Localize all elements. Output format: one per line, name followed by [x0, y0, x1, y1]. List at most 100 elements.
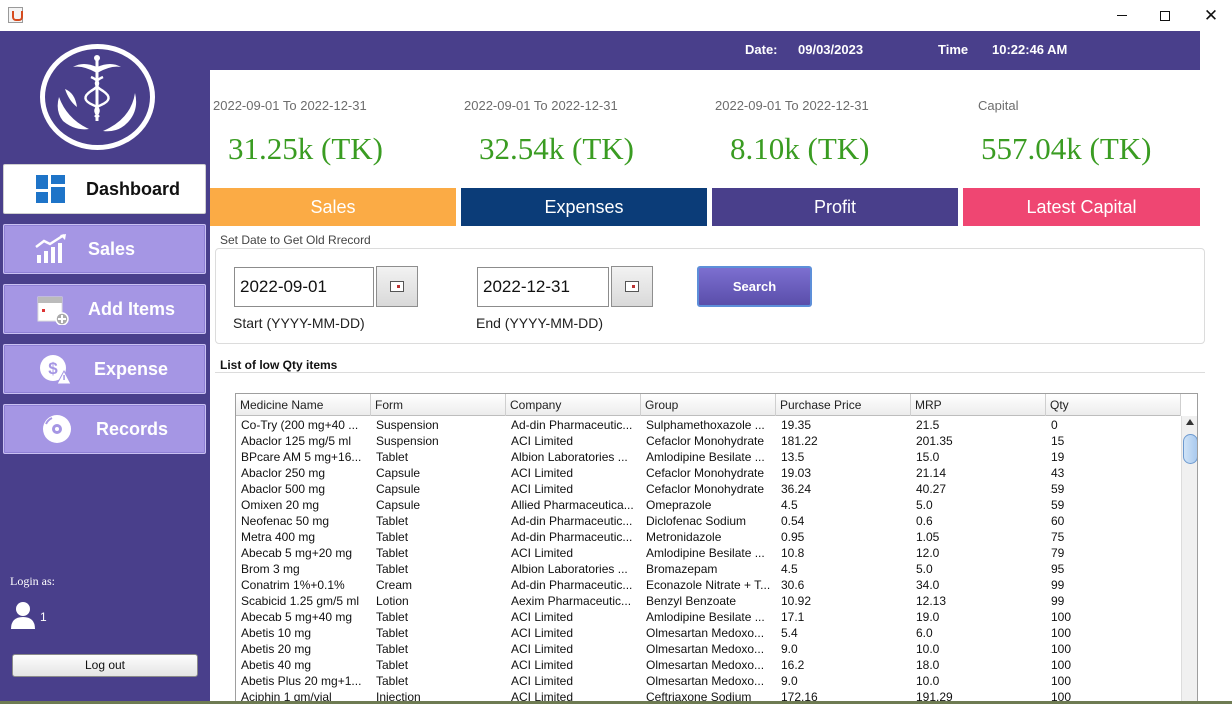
search-button[interactable]: Search [697, 266, 812, 307]
sales-amount: 31.25k (TK) [228, 131, 383, 166]
table-cell: 1.05 [916, 530, 940, 544]
table-cell: 19.35 [781, 418, 812, 432]
maximize-button[interactable] [1142, 0, 1188, 31]
expenses-band: Expenses [461, 188, 707, 226]
table-body: Co-Try (200 mg+40 ... Suspension Ad-din Ph… [236, 417, 1181, 704]
table-cell: 0.54 [781, 514, 805, 528]
column-header[interactable]: Group [641, 394, 776, 416]
table-cell: Amlodipine Besilate ... [646, 546, 765, 560]
table-row[interactable]: Abetis 40 mg Tablet ACI Limited Olmesartan … [236, 657, 1181, 673]
table-cell: Tablet [376, 658, 409, 672]
calendar-icon [390, 281, 404, 292]
sales-range: 2022-09-01 To 2022-12-31 [213, 98, 367, 113]
start-date-picker-button[interactable] [376, 266, 418, 307]
column-header[interactable]: Company [506, 394, 641, 416]
table-cell: 100 [1051, 658, 1072, 672]
low-qty-table: Medicine Name Form Company Group Purchas… [235, 393, 1198, 704]
column-header[interactable]: Qty [1046, 394, 1181, 416]
table-cell: Olmesartan Medoxo... [646, 642, 765, 656]
dashboard-icon [36, 175, 65, 203]
table-row[interactable]: Abetis 20 mg Tablet ACI Limited Olmesartan … [236, 641, 1181, 657]
table-cell: Tablet [376, 674, 409, 688]
table-row[interactable]: BPcare AM 5 mg+16... Tablet Albion Laborat… [236, 449, 1181, 465]
login-as-label: Login as: [10, 574, 55, 588]
table-cell: Abaclor 125 mg/5 ml [241, 434, 352, 448]
table-cell: Metronidazole [646, 530, 722, 544]
table-row[interactable]: Metra 400 mg Tablet Ad-din Pharmaceutic...… [236, 529, 1181, 545]
table-cell: Cefaclor Monohydrate [646, 466, 765, 480]
pharmacy-logo [40, 44, 155, 150]
table-cell: Tablet [376, 562, 409, 576]
table-cell: Omixen 20 mg [241, 498, 320, 512]
table-scrollbar[interactable] [1181, 416, 1197, 704]
column-header[interactable]: Form [371, 394, 506, 416]
java-app-icon [8, 7, 23, 23]
table-cell: Tablet [376, 546, 409, 560]
column-header[interactable]: Medicine Name [236, 394, 371, 416]
table-cell: 21.5 [916, 418, 940, 432]
close-button[interactable]: ✕ [1188, 0, 1232, 31]
table-row[interactable]: Conatrim 1%+0.1% Cream Ad-din Pharmaceutic… [236, 577, 1181, 593]
table-cell: Tablet [376, 514, 409, 528]
table-row[interactable]: Neofenac 50 mg Tablet Ad-din Pharmaceutic.… [236, 513, 1181, 529]
nav-records[interactable]: Records [3, 404, 206, 454]
table-cell: 19.0 [916, 610, 940, 624]
nav-sales[interactable]: Sales [3, 224, 206, 274]
date-value: 09/03/2023 [798, 42, 864, 57]
expenses-amount: 32.54k (TK) [479, 131, 634, 166]
table-cell: ACI Limited [511, 658, 574, 672]
table-cell: 5.4 [781, 626, 798, 640]
table-cell: Amlodipine Besilate ... [646, 610, 765, 624]
table-cell: Bromazepam [646, 562, 718, 576]
table-cell: Metra 400 mg [241, 530, 316, 544]
table-cell: Cefaclor Monohydrate [646, 434, 765, 448]
logout-button[interactable]: Log out [12, 654, 198, 677]
table-row[interactable]: Abaclor 250 mg Capsule ACI Limited Cefaclor… [236, 465, 1181, 481]
table-cell: Omeprazole [646, 498, 712, 512]
table-cell: Olmesartan Medoxo... [646, 658, 765, 672]
table-cell: Brom 3 mg [241, 562, 300, 576]
table-cell: Ad-din Pharmaceutic... [511, 530, 633, 544]
table-cell: ACI Limited [511, 546, 574, 560]
table-cell: 59 [1051, 498, 1065, 512]
table-cell: Tablet [376, 642, 409, 656]
end-date-input[interactable]: 2022-12-31 [477, 267, 609, 307]
scroll-up-icon[interactable] [1186, 419, 1194, 425]
table-cell: 36.24 [781, 482, 812, 496]
table-cell: 100 [1051, 674, 1072, 688]
table-row[interactable]: Abetis Plus 20 mg+1... Tablet ACI Limited O… [236, 673, 1181, 689]
title-bar: ✕ [0, 0, 1232, 31]
table-cell: Capsule [376, 466, 421, 480]
table-cell: Cream [376, 578, 413, 592]
table-cell: ACI Limited [511, 466, 574, 480]
maximize-icon [1160, 10, 1170, 21]
table-row[interactable]: Abaclor 125 mg/5 ml Suspension ACI Limited… [236, 433, 1181, 449]
table-cell: 100 [1051, 610, 1072, 624]
table-cell: Aexim Pharmaceutic... [511, 594, 632, 608]
column-header[interactable]: MRP [911, 394, 1046, 416]
end-date-picker-button[interactable] [611, 266, 653, 307]
table-cell: Suspension [376, 434, 439, 448]
table-row[interactable]: Co-Try (200 mg+40 ... Suspension Ad-din Ph… [236, 417, 1181, 433]
caduceus-hands-icon [57, 55, 137, 132]
start-date-input[interactable]: 2022-09-01 [234, 267, 374, 307]
table-cell: 18.0 [916, 658, 940, 672]
table-row[interactable]: Abetis 10 mg Tablet ACI Limited Olmesartan … [236, 625, 1181, 641]
table-cell: 9.0 [781, 642, 798, 656]
table-cell: 30.6 [781, 578, 805, 592]
nav-dashboard[interactable]: Dashboard [3, 164, 206, 214]
table-row[interactable]: Omixen 20 mg Capsule Allied Pharmaceutica.… [236, 497, 1181, 513]
table-row[interactable]: Abecab 5 mg+40 mg Tablet ACI Limited Amlodi… [236, 609, 1181, 625]
nav-add-items[interactable]: Add Items [3, 284, 206, 334]
table-row[interactable]: Scabicid 1.25 gm/5 ml Lotion Aexim Pharmac… [236, 593, 1181, 609]
scroll-thumb[interactable] [1183, 434, 1197, 464]
minimize-button[interactable] [1099, 0, 1145, 31]
nav-add-items-label: Add Items [88, 299, 176, 319]
nav-expense[interactable]: $ Expense [3, 344, 206, 394]
expense-dollar-icon: $ [40, 355, 72, 385]
table-row[interactable]: Abecab 5 mg+20 mg Tablet ACI Limited Amlodi… [236, 545, 1181, 561]
search-panel-title: Set Date to Get Old Rrecord [220, 233, 371, 247]
column-header[interactable]: Purchase Price [776, 394, 911, 416]
table-row[interactable]: Abaclor 500 mg Capsule ACI Limited Cefaclor… [236, 481, 1181, 497]
table-row[interactable]: Brom 3 mg Tablet Albion Laboratories ... Br… [236, 561, 1181, 577]
